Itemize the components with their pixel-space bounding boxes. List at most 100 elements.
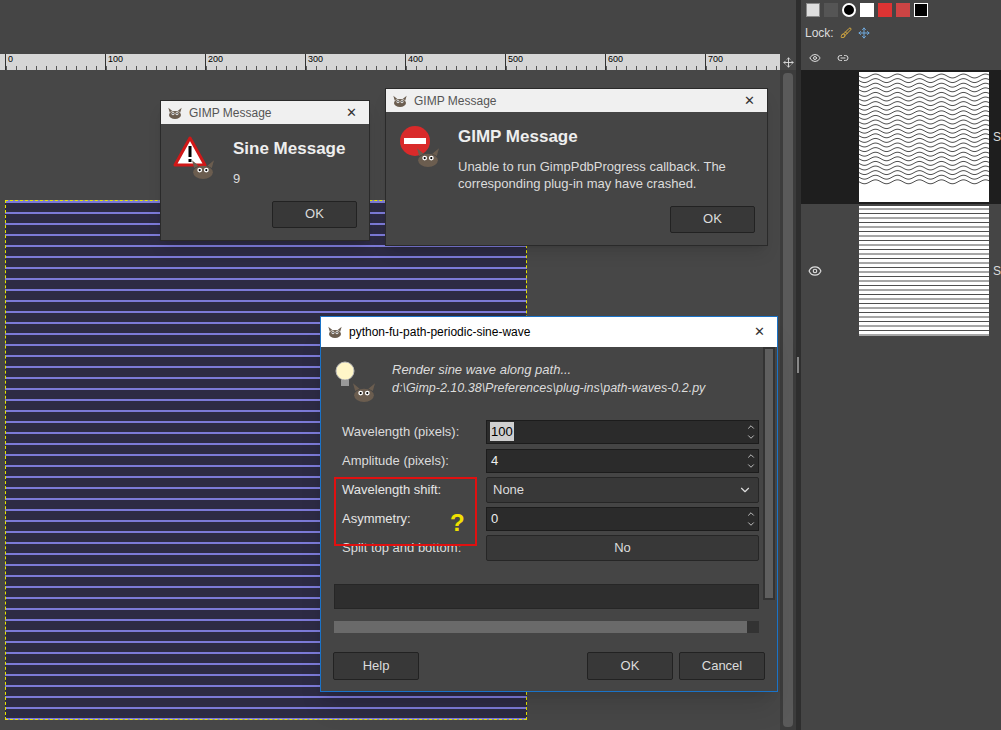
message-heading: Sine Message xyxy=(233,136,345,162)
tab-fonts-icon[interactable] xyxy=(860,3,874,17)
toolbar-area xyxy=(0,0,796,54)
toggle-button[interactable]: No xyxy=(486,535,759,561)
dock-tabs xyxy=(801,0,1001,20)
field-row: Amplitude (pixels):4 xyxy=(342,446,759,475)
spin-down-icon[interactable] xyxy=(746,519,756,529)
message-window: GIMP Message✕Sine Message9OK xyxy=(160,100,370,241)
progress-bar xyxy=(334,584,759,609)
ruler-label: 500 xyxy=(506,54,605,64)
dialog-header: Render sine wave along path...d:\Gimp-2.… xyxy=(334,347,759,411)
navigate-button[interactable] xyxy=(780,54,796,70)
ruler-segment: 600 xyxy=(605,54,705,70)
message-window: GIMP Message✕GIMP MessageUnable to run G… xyxy=(385,88,768,246)
wilber-icon xyxy=(392,94,408,108)
tab-channels-icon[interactable] xyxy=(824,3,838,17)
ruler-segment: 100 xyxy=(105,54,205,70)
close-button[interactable]: ✕ xyxy=(339,103,363,123)
spin-value: 4 xyxy=(490,451,499,471)
layer-name: S xyxy=(989,128,1001,146)
tab-layers-icon[interactable] xyxy=(806,3,820,17)
vertical-scrollbar[interactable] xyxy=(780,70,796,730)
window-title: python-fu-path-periodic-sine-wave xyxy=(349,323,741,341)
lock-row: Lock: xyxy=(801,20,1001,46)
spin-up-icon[interactable] xyxy=(746,422,756,432)
field-row: Wavelength shift:None xyxy=(342,475,759,504)
ok-button[interactable]: OK xyxy=(272,201,357,228)
layers-panel: Lock: S S xyxy=(801,0,1001,730)
ruler-segment: 200 xyxy=(205,54,305,70)
dialog-button[interactable]: Help xyxy=(333,652,419,680)
ruler-row: 0100200300400500600700 xyxy=(0,54,796,70)
wilber-icon xyxy=(189,158,217,180)
dialog-buttons: Help OKCancel xyxy=(321,652,777,691)
field-label: Wavelength (pixels): xyxy=(342,422,486,442)
spin-down-icon[interactable] xyxy=(746,432,756,442)
plugin-path: d:\Gimp-2.10.38\Preferences\plug-ins\pat… xyxy=(392,379,705,397)
ruler-label: 200 xyxy=(206,54,305,64)
layer-thumbnail xyxy=(859,206,989,336)
lock-pixels-icon[interactable] xyxy=(840,27,852,39)
annotation-mark: ? xyxy=(450,505,465,541)
spin-field[interactable]: 100 xyxy=(486,420,759,444)
ruler-label: 600 xyxy=(606,54,705,64)
layer-name: S xyxy=(989,262,1001,280)
field-row: Wavelength (pixels):100 xyxy=(342,417,759,446)
navigate-icon xyxy=(783,57,794,68)
chain-header-icon xyxy=(837,52,849,64)
visibility-header-icon xyxy=(809,52,821,64)
dialog-description: Render sine wave along path... xyxy=(392,361,705,379)
dialog-vertical-scrollbar[interactable] xyxy=(763,347,775,600)
ok-button[interactable]: OK xyxy=(670,206,755,233)
lock-position-icon[interactable] xyxy=(858,27,870,39)
ruler-segment: 0 xyxy=(5,54,105,70)
spin-value: 0 xyxy=(490,509,499,529)
window-title: GIMP Message xyxy=(189,104,333,122)
ruler-label: 0 xyxy=(6,54,105,64)
spin-up-icon[interactable] xyxy=(746,509,756,519)
chevron-down-icon xyxy=(738,483,752,497)
fields: Wavelength (pixels):100Amplitude (pixels… xyxy=(334,417,759,562)
spin-up-icon[interactable] xyxy=(746,451,756,461)
window-title: GIMP Message xyxy=(414,92,731,110)
wilber-icon xyxy=(414,146,442,168)
title-bar[interactable]: python-fu-path-periodic-sine-wave ✕ xyxy=(321,317,777,347)
spin-value: 100 xyxy=(490,422,514,442)
error-icon xyxy=(398,124,444,170)
field-label: Split top and bottom: xyxy=(342,538,486,558)
scrollbar-thumb[interactable] xyxy=(334,621,747,633)
wilber-icon xyxy=(350,381,378,403)
warning-icon xyxy=(173,136,219,182)
horizontal-scrollbar[interactable] xyxy=(334,621,759,633)
wilber-icon xyxy=(167,106,183,120)
dialog-button[interactable]: OK xyxy=(587,652,673,680)
close-button[interactable]: ✕ xyxy=(747,322,771,342)
ruler-label: 300 xyxy=(306,54,405,64)
visibility-icon[interactable] xyxy=(808,264,822,278)
tab-brushes-icon[interactable] xyxy=(878,3,892,17)
message-heading: GIMP Message xyxy=(458,124,755,150)
spin-field[interactable]: 4 xyxy=(486,449,759,473)
combo-box[interactable]: None xyxy=(486,477,759,503)
ruler-label: 700 xyxy=(706,54,780,64)
close-button[interactable]: ✕ xyxy=(737,91,761,111)
ruler-segment: 500 xyxy=(505,54,605,70)
spin-field[interactable]: 0 xyxy=(486,507,759,531)
spin-down-icon[interactable] xyxy=(746,461,756,471)
bulb-icon xyxy=(334,361,380,405)
scrollbar-thumb[interactable] xyxy=(783,73,793,727)
tab-patterns-icon[interactable] xyxy=(896,3,910,17)
tab-gradients-icon[interactable] xyxy=(914,3,928,17)
dialog-button[interactable]: Cancel xyxy=(679,652,765,680)
horizontal-ruler[interactable]: 0100200300400500600700 xyxy=(0,54,780,70)
ruler-segment: 400 xyxy=(405,54,505,70)
ruler-segment: 700 xyxy=(705,54,780,70)
title-bar[interactable]: GIMP Message ✕ xyxy=(386,89,767,112)
lock-label: Lock: xyxy=(805,24,834,42)
title-bar[interactable]: GIMP Message ✕ xyxy=(161,101,369,124)
layers-header xyxy=(801,46,1001,70)
tab-paths-icon[interactable] xyxy=(842,3,856,17)
ruler-segment: 300 xyxy=(305,54,405,70)
plugin-dialog: python-fu-path-periodic-sine-wave ✕ Render… xyxy=(320,316,778,692)
layer-row[interactable]: S xyxy=(801,70,1001,204)
layer-row[interactable]: S xyxy=(801,204,1001,338)
